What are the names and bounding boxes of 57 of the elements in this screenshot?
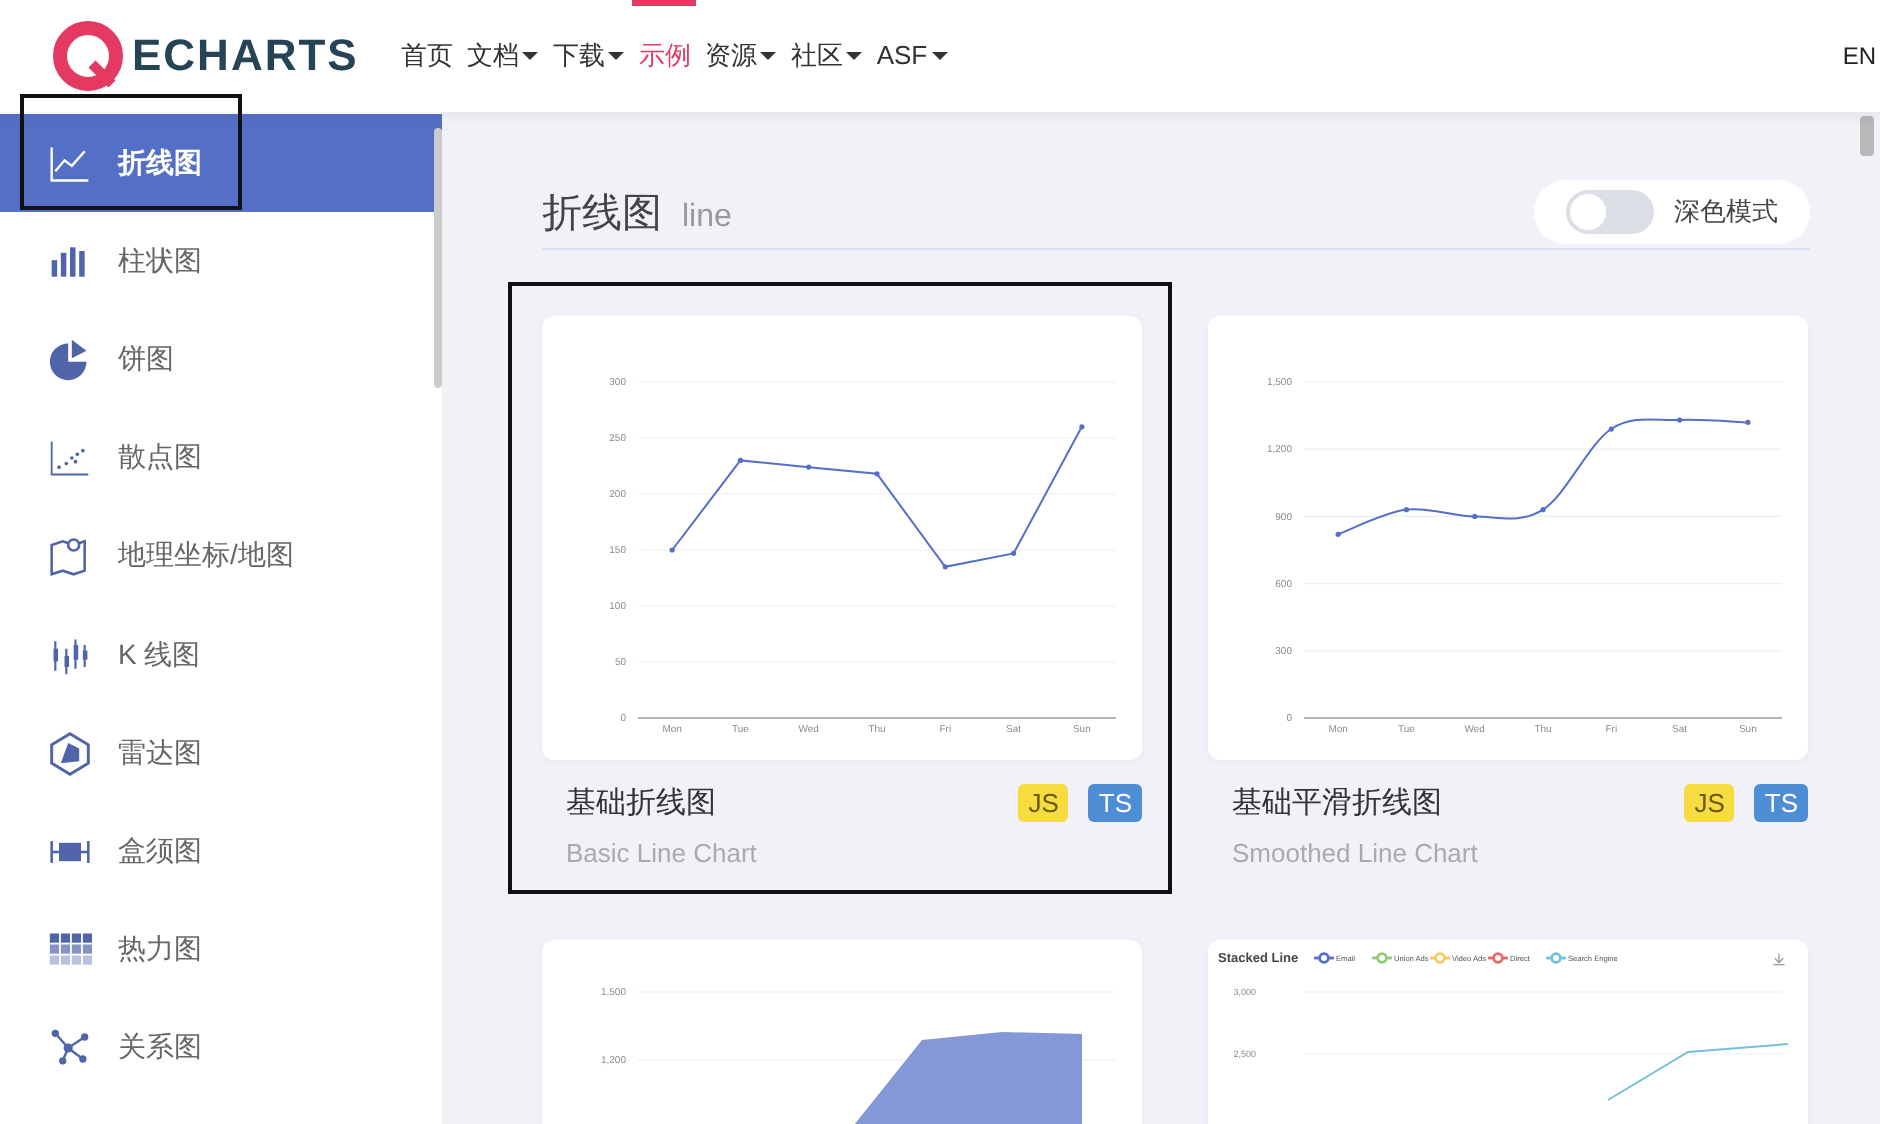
data-point [1010, 550, 1017, 556]
nav-link[interactable]: 资源 [702, 0, 779, 112]
toggle-switch[interactable] [1566, 190, 1654, 234]
data-point [1472, 513, 1478, 519]
data-point [1745, 419, 1751, 425]
data-point [942, 564, 948, 570]
sidebar-item[interactable]: 关系图 [0, 999, 442, 1098]
dark-mode-toggle[interactable]: 深色模式 [1534, 180, 1810, 244]
map-chart-icon [48, 534, 92, 579]
data-point [669, 547, 675, 553]
data-point [1676, 417, 1683, 423]
logo-text: ECHARTS [132, 30, 359, 82]
data-point [806, 464, 812, 470]
caret-icon [608, 52, 625, 60]
card-title[interactable]: 基础平滑折线图 [1232, 784, 1442, 822]
nav-link[interactable]: ASF [874, 0, 950, 112]
nav-link[interactable]: 文档 [464, 0, 541, 112]
nav-link[interactable]: 首页 [398, 0, 455, 112]
card-subtitle: Basic Line Chart [566, 838, 759, 868]
nav-link[interactable]: 社区 [788, 0, 865, 112]
sidebar-item[interactable]: 柱状图 [0, 212, 442, 311]
sidebar-item[interactable]: K 线图 [0, 605, 442, 705]
logo-icon [52, 20, 124, 92]
page-title: 折线图 [542, 189, 662, 239]
caret-icon [760, 52, 777, 60]
card-subtitle: Smoothed Line Chart [1232, 838, 1480, 868]
data-point [1608, 426, 1614, 432]
scatter-chart-icon [48, 436, 92, 481]
scrollbar-thumb[interactable] [1860, 116, 1874, 156]
data-point [874, 471, 880, 477]
language-link[interactable]: EN [1842, 42, 1880, 70]
caret-icon [522, 52, 539, 60]
sidebar-item[interactable]: 折线图 [0, 114, 442, 213]
nav-link[interactable]: 示例 [636, 0, 693, 112]
language-badge[interactable]: TS [1088, 784, 1142, 822]
data-point [737, 457, 744, 463]
language-badge[interactable]: JS [1684, 784, 1735, 822]
sidebar-item[interactable]: 雷达图 [0, 704, 442, 803]
sidebar-item[interactable]: 饼图 [0, 310, 442, 410]
data-point [1335, 531, 1341, 537]
data-point [1403, 507, 1410, 513]
sidebar-item[interactable]: 散点图 [0, 409, 442, 508]
language-badge[interactable]: JS [1018, 784, 1069, 822]
sidebar-item[interactable]: 地理坐标/地图 [0, 507, 442, 606]
data-point [1079, 424, 1085, 430]
caret-icon [846, 52, 863, 60]
sidebar-item[interactable]: 热力图 [0, 901, 442, 1000]
data-point [1540, 507, 1546, 513]
radar-chart-icon [48, 731, 92, 776]
pie-chart-icon [48, 337, 92, 382]
language-badge[interactable]: TS [1754, 784, 1808, 822]
nav-link[interactable]: 下载 [550, 0, 627, 112]
page-subtitle: line [682, 199, 732, 235]
download-icon[interactable] [1773, 953, 1785, 965]
card-title[interactable]: 基础折线图 [566, 784, 716, 822]
caret-icon [931, 52, 948, 60]
sidebar-item[interactable]: 盒须图 [0, 802, 442, 901]
